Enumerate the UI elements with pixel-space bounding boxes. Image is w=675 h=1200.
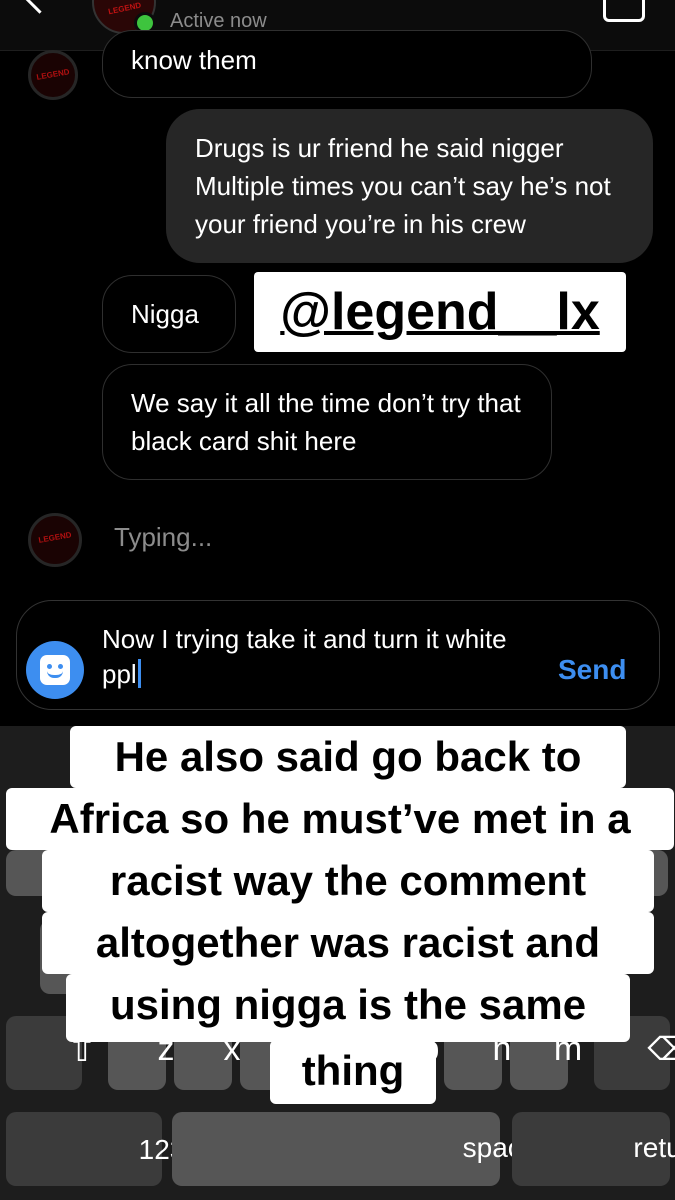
sticker-icon: [40, 655, 70, 685]
back-chevron-icon[interactable]: [23, 0, 56, 14]
message-input[interactable]: Now I trying take it and turn it white p…: [102, 622, 532, 692]
return-key[interactable]: return: [512, 1112, 675, 1186]
message-received[interactable]: know them: [102, 30, 592, 98]
space-key[interactable]: space: [172, 1112, 537, 1186]
sticker-eye-right: [58, 664, 63, 669]
numbers-key[interactable]: 123: [6, 1112, 185, 1186]
backspace-icon: ⌫: [647, 1031, 675, 1067]
caption-line: thing: [270, 1040, 436, 1104]
username-tag[interactable]: @legend__lx: [254, 274, 626, 350]
message-text: We say it all the time don’t try that bl…: [131, 388, 521, 456]
text-cursor: [137, 659, 141, 688]
message-text: Drugs is ur friend he said nigger Multip…: [195, 133, 611, 239]
sticker-eye-left: [47, 664, 52, 669]
caption-line: altogether was racist and: [42, 912, 654, 974]
typing-avatar: LEGEND: [28, 513, 82, 567]
caption-line: Africa so he must’ve met in a: [6, 788, 674, 850]
caption-line: He also said go back to: [70, 726, 626, 788]
message-received[interactable]: Nigga: [102, 275, 236, 353]
message-received[interactable]: We say it all the time don’t try that bl…: [102, 364, 552, 480]
contact-avatar[interactable]: LEGEND: [28, 50, 78, 100]
message-sent[interactable]: Drugs is ur friend he said nigger Multip…: [166, 109, 653, 263]
message-text: know them: [131, 45, 257, 75]
typing-indicator: Typing...: [114, 522, 213, 552]
message-text: Nigga: [131, 299, 199, 329]
send-button[interactable]: Send: [558, 654, 626, 686]
video-call-icon[interactable]: [603, 0, 645, 22]
caption-line: using nigga is the same: [66, 974, 630, 1042]
caption-line: racist way the comment: [42, 850, 654, 912]
